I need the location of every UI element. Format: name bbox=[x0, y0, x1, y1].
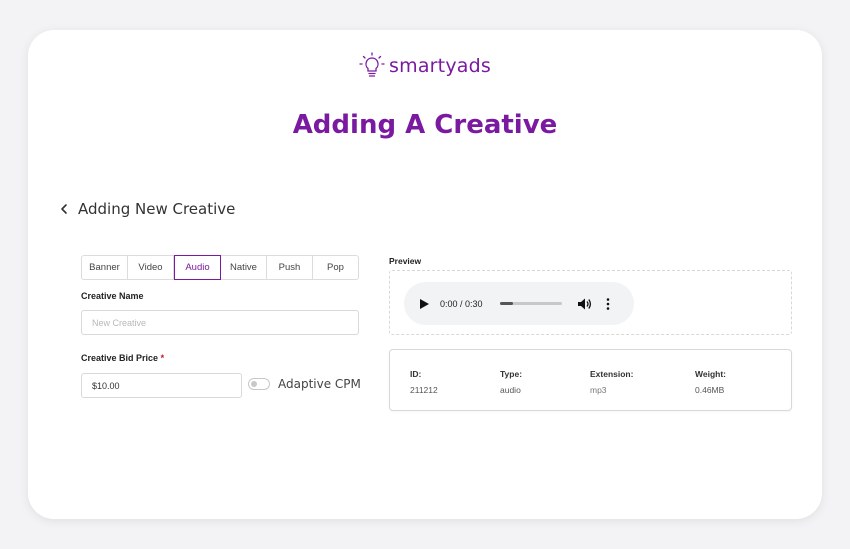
info-extension-value: mp3 bbox=[590, 385, 607, 395]
info-id-key: ID: bbox=[410, 369, 422, 379]
toggle-knob bbox=[251, 381, 257, 387]
brand-logo: smartyads bbox=[28, 52, 822, 80]
creative-name-label: Creative Name bbox=[81, 291, 144, 301]
bid-price-label-text: Creative Bid Price bbox=[81, 353, 159, 363]
brand-name: smartyads bbox=[389, 55, 491, 77]
lightbulb-icon bbox=[359, 52, 385, 77]
chevron-left-icon bbox=[61, 204, 67, 214]
main-card: smartyads Adding A Creative Adding New C… bbox=[28, 30, 822, 519]
preview-area: 0:00 / 0:30 bbox=[389, 270, 792, 335]
tab-push[interactable]: Push bbox=[267, 256, 313, 279]
creative-type-tabs: Banner Video Audio Native Push Pop bbox=[81, 255, 359, 280]
info-weight-key: Weight: bbox=[695, 369, 727, 379]
info-weight-value: 0.46MB bbox=[695, 385, 725, 395]
bid-price-input[interactable] bbox=[81, 373, 242, 398]
info-type-key: Type: bbox=[500, 369, 523, 379]
player-time: 0:00 / 0:30 bbox=[440, 298, 483, 309]
back-link[interactable]: Adding New Creative bbox=[58, 200, 235, 218]
page-title: Adding A Creative bbox=[292, 110, 558, 140]
more-options-icon[interactable] bbox=[606, 297, 610, 310]
required-mark: * bbox=[160, 353, 165, 363]
tab-video[interactable]: Video bbox=[128, 256, 174, 279]
info-extension-key: Extension: bbox=[590, 369, 634, 379]
player-progress-bar[interactable] bbox=[499, 302, 562, 305]
creative-name-input[interactable] bbox=[81, 310, 359, 335]
volume-icon[interactable] bbox=[577, 298, 592, 310]
play-icon[interactable] bbox=[420, 298, 429, 309]
info-weight: Weight: 0.46MB bbox=[695, 369, 726, 395]
adaptive-cpm-label: Adaptive CPM bbox=[278, 377, 361, 391]
adaptive-cpm-toggle[interactable] bbox=[248, 378, 270, 390]
player-progress-fill bbox=[499, 302, 514, 305]
info-type-value: audio bbox=[500, 385, 521, 395]
info-extension: Extension: mp3 bbox=[590, 369, 633, 395]
audio-player: 0:00 / 0:30 bbox=[404, 282, 634, 325]
tab-pop[interactable]: Pop bbox=[313, 256, 358, 279]
bid-price-label: Creative Bid Price * bbox=[81, 353, 164, 363]
info-id-value: 211212 bbox=[410, 385, 438, 395]
tab-banner[interactable]: Banner bbox=[82, 256, 128, 279]
info-id: ID: 211212 bbox=[410, 369, 438, 395]
tab-native[interactable]: Native bbox=[221, 256, 267, 279]
info-type: Type: audio bbox=[500, 369, 522, 395]
creative-info-panel: ID: 211212 Type: audio Extension: mp3 We… bbox=[389, 349, 792, 411]
tab-audio[interactable]: Audio bbox=[174, 255, 221, 280]
preview-label: Preview bbox=[389, 256, 422, 266]
back-link-label: Adding New Creative bbox=[78, 200, 236, 218]
